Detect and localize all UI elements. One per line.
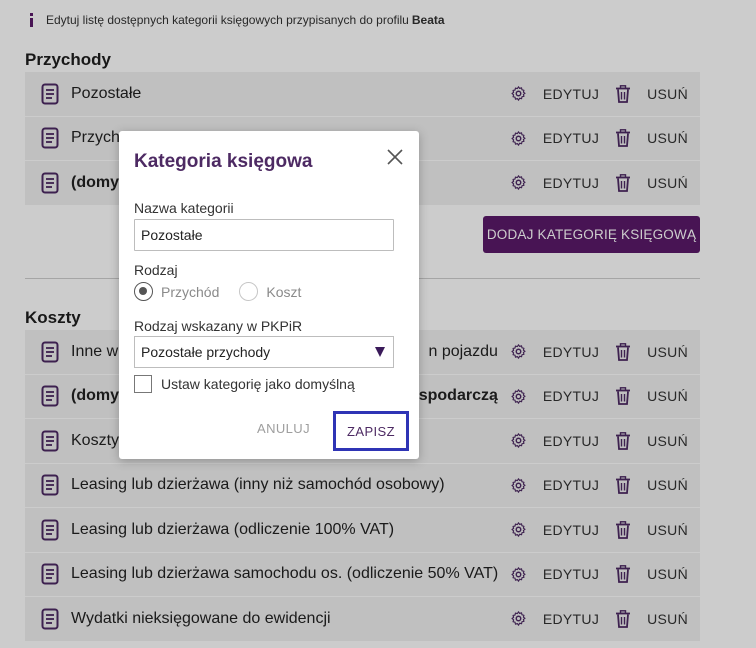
category-dialog: Kategoria księgowa Nazwa kategorii Pozos… [119, 131, 419, 459]
radio-income[interactable] [134, 282, 153, 301]
pkpir-select[interactable]: Pozostałe przychody [134, 336, 394, 368]
pkpir-field-label: Rodzaj wskazany w PKPiR [134, 318, 303, 334]
pkpir-select-value: Pozostałe przychody [141, 344, 271, 360]
dialog-title: Kategoria księgowa [134, 151, 313, 172]
category-name-input[interactable]: Pozostałe [134, 219, 394, 251]
radio-income-label: Przychód [161, 283, 220, 300]
type-field-label: Rodzaj [134, 262, 178, 278]
name-field-label: Nazwa kategorii [134, 200, 234, 216]
default-checkbox-row[interactable]: Ustaw kategorię jako domyślną [134, 375, 355, 393]
default-checkbox-label: Ustaw kategorię jako domyślną [161, 376, 355, 392]
radio-cost[interactable] [239, 282, 259, 301]
dropdown-arrow-icon [375, 347, 385, 357]
default-checkbox[interactable] [134, 375, 152, 393]
radio-option-income[interactable]: Przychód [134, 282, 219, 301]
cancel-button[interactable]: ANULUJ [257, 421, 310, 436]
radio-option-cost[interactable]: Koszt [239, 282, 301, 301]
close-icon[interactable] [385, 147, 405, 167]
radio-cost-label: Koszt [266, 283, 302, 300]
save-button[interactable]: ZAPISZ [333, 411, 409, 451]
type-radio-group: Przychód Koszt [134, 282, 321, 301]
